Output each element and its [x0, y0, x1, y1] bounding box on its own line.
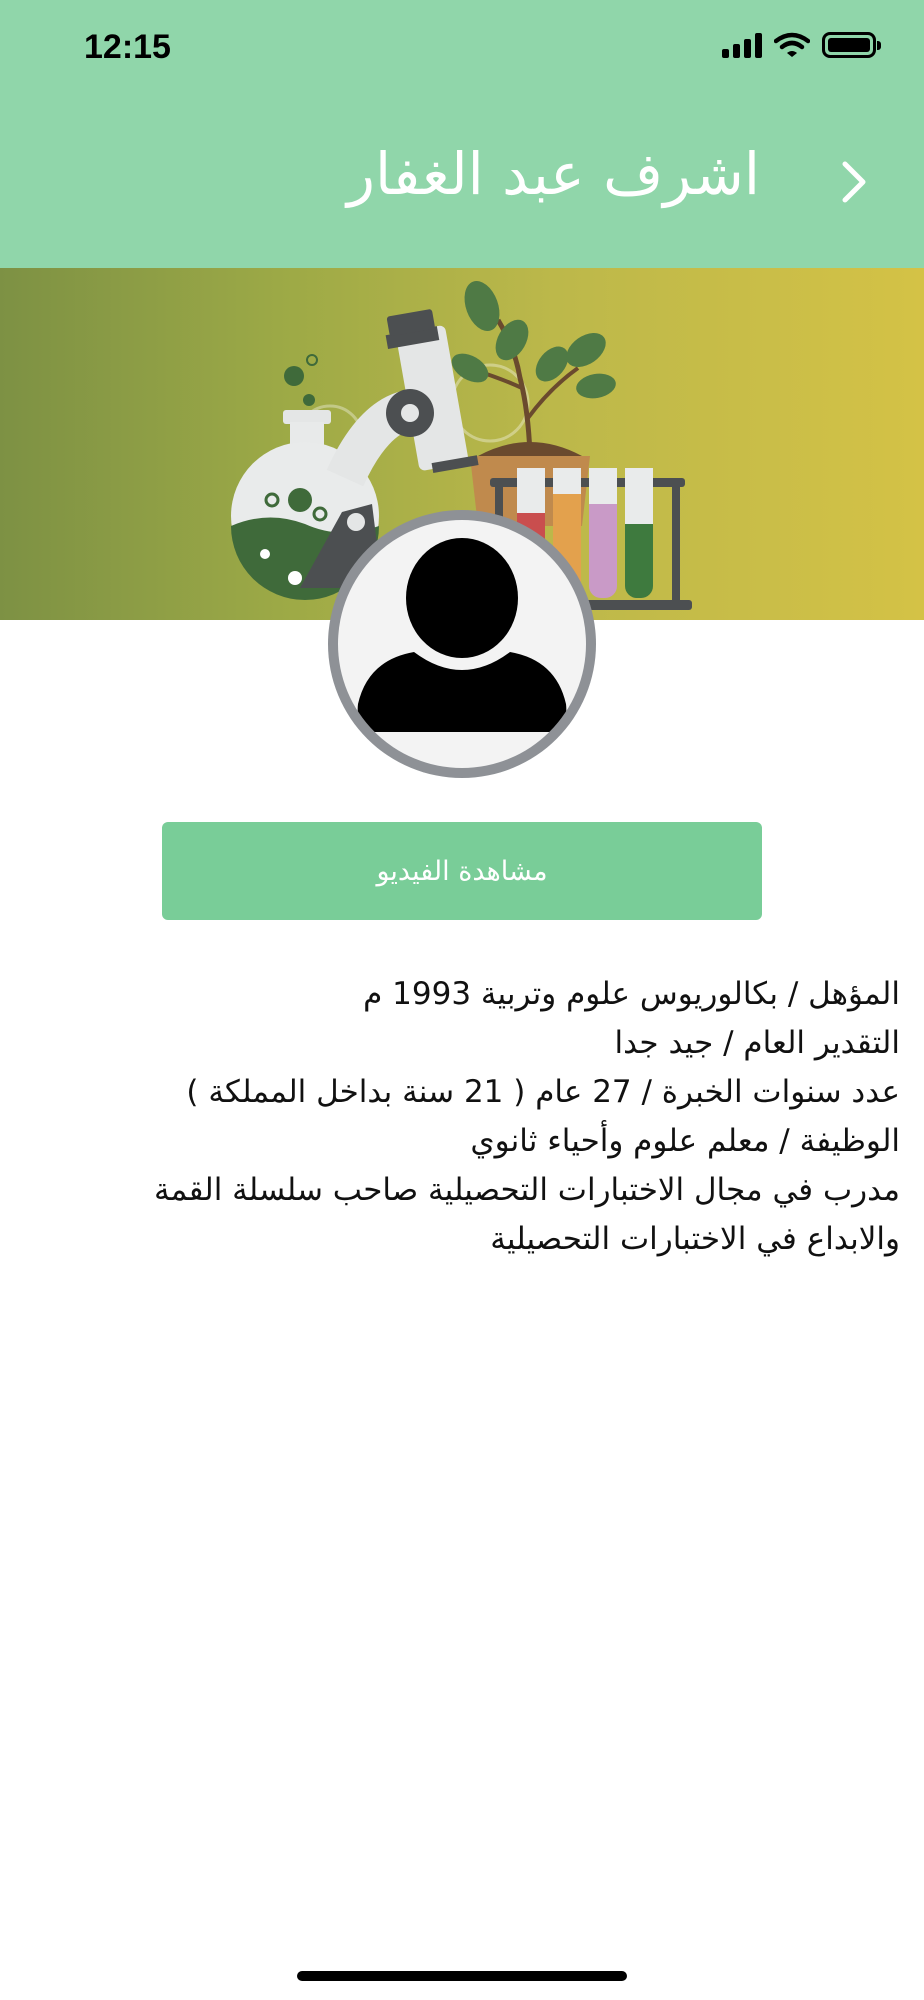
- back-button[interactable]: [824, 146, 884, 218]
- profile-screen: 12:15 اشرف عبد الغفار مشاهدة الفيديو الم…: [0, 0, 924, 2000]
- status-icons: [722, 32, 881, 58]
- chevron-icon: [842, 161, 866, 203]
- avatar: [328, 510, 596, 778]
- wifi-icon: [774, 32, 810, 57]
- navigation-bar: اشرف عبد الغفار: [0, 100, 924, 268]
- page-title: اشرف عبد الغفار: [346, 140, 760, 208]
- signal-icon: [722, 32, 762, 58]
- detail-line-trainer-cont: والابداع في الاختبارات التحصيلية: [490, 1221, 900, 1257]
- teacher-details: المؤهل / بكالوريوس علوم وتربية 1993 م ال…: [20, 970, 900, 1264]
- battery-icon: [822, 32, 881, 58]
- user-silhouette-icon: [357, 538, 567, 732]
- detail-line-grade: التقدير العام / جيد جدا: [614, 1025, 900, 1061]
- watch-video-button[interactable]: مشاهدة الفيديو: [162, 822, 762, 920]
- detail-line-experience: عدد سنوات الخبرة / 27 عام ( 21 سنة بداخل…: [186, 1074, 900, 1110]
- status-time: 12:15: [84, 28, 171, 66]
- detail-line-qualification: المؤهل / بكالوريوس علوم وتربية 1993 م: [363, 976, 900, 1012]
- status-bar: 12:15: [0, 0, 924, 100]
- home-indicator[interactable]: [297, 1971, 627, 1981]
- detail-line-trainer: مدرب في مجال الاختبارات التحصيلية صاحب س…: [154, 1172, 900, 1208]
- detail-line-job: الوظيفة / معلم علوم وأحياء ثانوي: [470, 1123, 900, 1159]
